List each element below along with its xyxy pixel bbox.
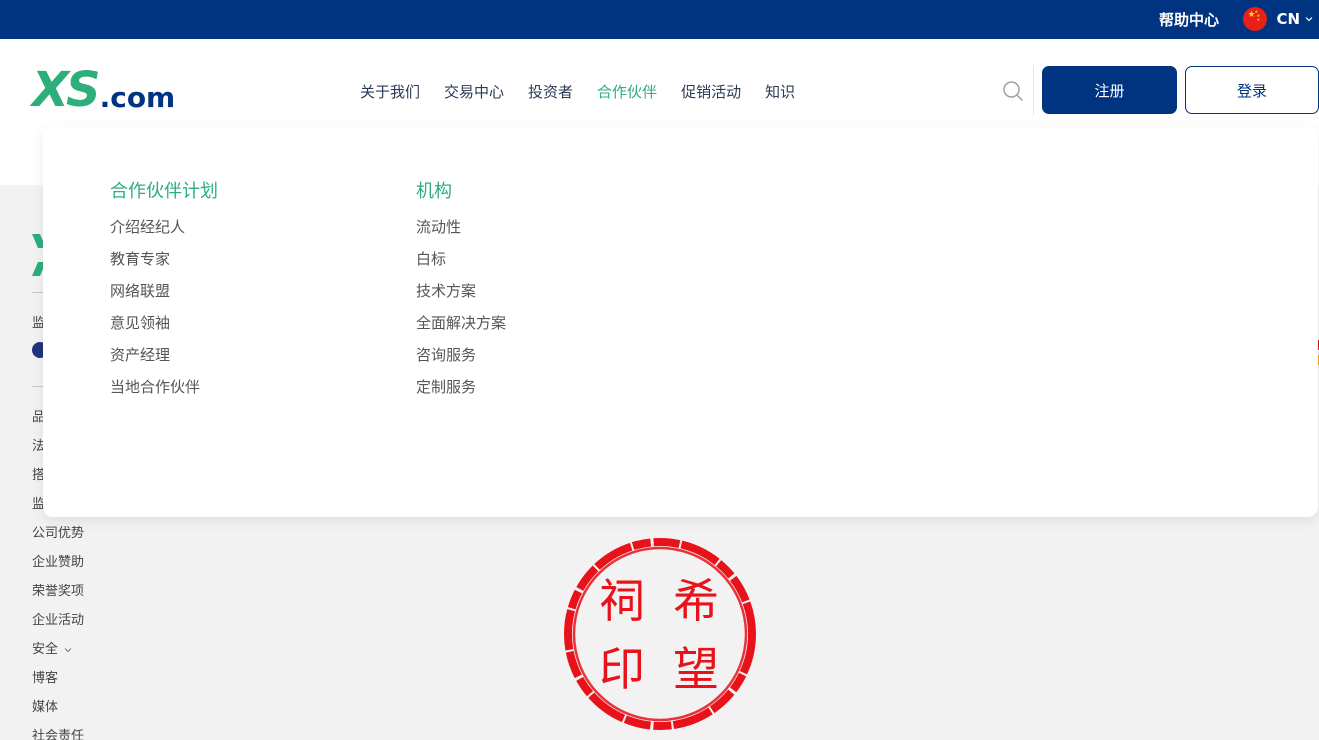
menu-link-liquidity[interactable]: 流动性 [416,217,506,249]
xs-logo[interactable]: XS .com [32,62,176,118]
menu-column-partner-programs: 合作伙伴计划 介绍经纪人 教育专家 网络联盟 意见领袖 资产经理 当地合作伙伴 [110,180,218,409]
nav-item-promotions[interactable]: 促销活动 [681,81,741,102]
menu-link-tech-solutions[interactable]: 技术方案 [416,281,506,313]
nav-item-trading[interactable]: 交易中心 [444,81,504,102]
footer-link-advantages[interactable]: 公司优势 [32,522,84,541]
nav-item-investors[interactable]: 投资者 [528,81,573,102]
footer-link-security-label: 安全 [32,642,59,657]
language-selector[interactable]: ★ ★ ★ ★ CN [1243,6,1313,32]
menu-link-influencers[interactable]: 意见领袖 [110,313,218,345]
stamp-char: 望 [673,642,719,696]
footer-link-csr[interactable]: 社会责任 [32,725,84,740]
language-code: CN [1276,10,1300,28]
header-divider [1033,65,1034,115]
menu-link-custom-services[interactable]: 定制服务 [416,377,506,409]
red-seal-stamp: 祠 希 印 望 [564,538,756,730]
menu-column-institutional: 机构 流动性 白标 技术方案 全面解决方案 咨询服务 定制服务 [416,180,506,409]
nav-item-knowledge[interactable]: 知识 [765,81,795,102]
footer-link-awards[interactable]: 荣誉奖项 [32,580,84,599]
footer-link-media[interactable]: 媒体 [32,696,58,715]
partners-mega-menu: 合作伙伴计划 介绍经纪人 教育专家 网络联盟 意见领袖 资产经理 当地合作伙伴 … [43,127,1318,517]
menu-link-consulting[interactable]: 咨询服务 [416,345,506,377]
logo-main: XS [32,62,101,118]
main-header: XS .com 关于我们 交易中心 投资者 合作伙伴 促销活动 知识 注册 登录 [0,39,1319,140]
footer-link-events[interactable]: 企业活动 [32,609,84,628]
footer-link-blog[interactable]: 博客 [32,667,58,686]
help-center-link[interactable]: 帮助中心 [1159,9,1219,30]
stamp-char: 印 [599,642,645,696]
nav-item-about[interactable]: 关于我们 [360,81,420,102]
menu-link-local-partners[interactable]: 当地合作伙伴 [110,377,218,409]
footer-link-sponsorship[interactable]: 企业赞助 [32,551,84,570]
chevron-down-icon [64,647,72,652]
stamp-char: 希 [673,574,719,628]
nav-item-partners[interactable]: 合作伙伴 [597,81,657,102]
china-flag-icon: ★ ★ ★ ★ [1243,7,1268,31]
menu-link-asset-managers[interactable]: 资产经理 [110,345,218,377]
menu-link-affiliates[interactable]: 网络联盟 [110,281,218,313]
top-utility-bar: 帮助中心 ★ ★ ★ ★ CN [0,0,1319,39]
menu-link-educators[interactable]: 教育专家 [110,249,218,281]
menu-link-white-label[interactable]: 白标 [416,249,506,281]
register-button[interactable]: 注册 [1042,66,1177,114]
main-nav: 关于我们 交易中心 投资者 合作伙伴 促销活动 知识 [360,81,819,102]
menu-link-full-solutions[interactable]: 全面解决方案 [416,313,506,345]
menu-heading-institutional[interactable]: 机构 [416,180,506,204]
menu-link-ib[interactable]: 介绍经纪人 [110,217,218,249]
logo-suffix: .com [99,81,176,114]
stamp-char: 祠 [599,574,645,628]
chevron-down-icon [1305,17,1313,22]
search-icon[interactable] [1002,80,1024,102]
login-button[interactable]: 登录 [1185,66,1319,114]
menu-heading-partner-programs[interactable]: 合作伙伴计划 [110,180,218,204]
footer-link-security[interactable]: 安全 [32,638,72,657]
